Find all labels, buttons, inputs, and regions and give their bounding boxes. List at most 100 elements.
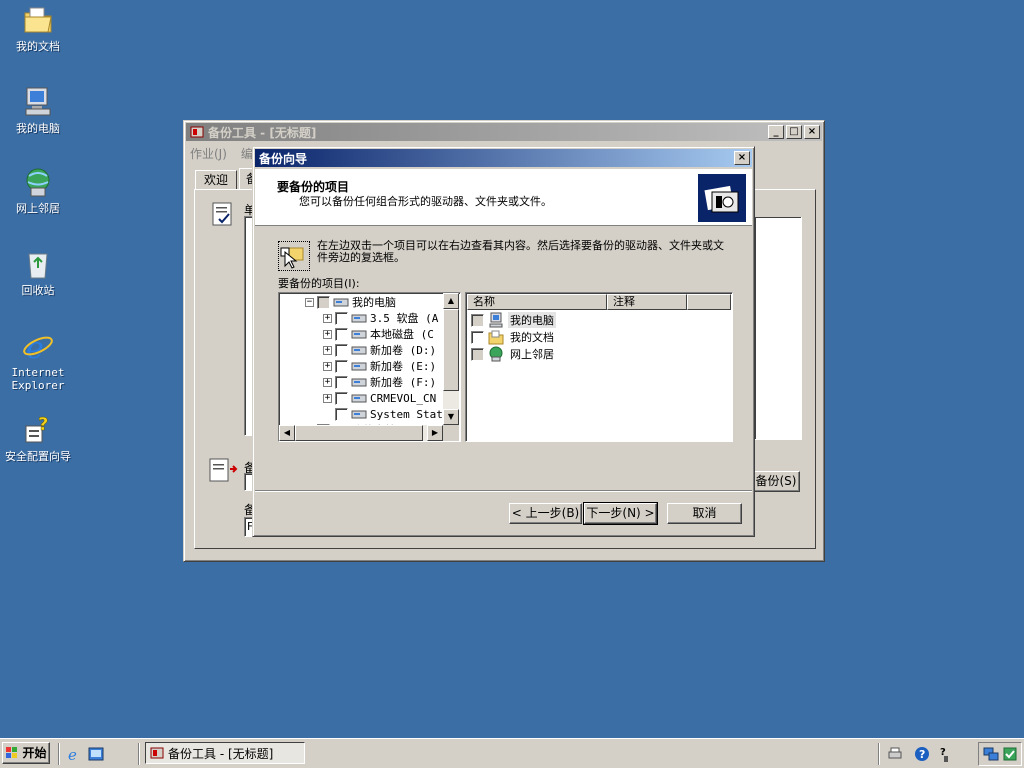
tree-item[interactable]: − 我的电脑 bbox=[305, 294, 396, 310]
tree-item-checkbox[interactable] bbox=[335, 359, 348, 373]
backup-window-titlebar[interactable]: 备份工具 - [无标题] _ □ × bbox=[186, 123, 822, 141]
scroll-left-arrow-icon[interactable]: ◀ bbox=[279, 425, 295, 441]
next-button[interactable]: 下一步(N) > bbox=[583, 502, 658, 525]
tree-item-checkbox[interactable] bbox=[335, 375, 348, 389]
list-item-checkbox[interactable] bbox=[471, 347, 484, 361]
tray-help-icon[interactable]: ? bbox=[914, 746, 930, 762]
tree-item-checkbox[interactable] bbox=[335, 391, 348, 405]
backup-list-pane[interactable] bbox=[754, 217, 802, 440]
tree-item-checkbox[interactable] bbox=[335, 311, 348, 325]
ie-icon: e bbox=[22, 330, 54, 366]
maximize-button[interactable]: □ bbox=[786, 125, 802, 139]
list-item[interactable]: 网上邻居 bbox=[471, 346, 556, 362]
quicklaunch-ie-icon[interactable]: e bbox=[66, 746, 82, 764]
tree-horizontal-scrollbar[interactable]: ◀ ▶ bbox=[279, 425, 443, 441]
tab-welcome-label: 欢迎 bbox=[203, 173, 228, 187]
list-item-checkbox[interactable] bbox=[471, 313, 484, 327]
desktop-icon-label: 网上邻居 bbox=[16, 202, 60, 215]
start-label: 开始 bbox=[22, 746, 47, 760]
expand-icon[interactable]: + bbox=[323, 313, 332, 323]
tree-vertical-scrollbar[interactable]: ▲ ▼ bbox=[443, 293, 459, 425]
quicklaunch-show-desktop-icon[interactable] bbox=[88, 746, 104, 762]
cancel-button[interactable]: 取消 bbox=[667, 503, 742, 524]
hard-drive-icon bbox=[351, 327, 367, 341]
wizard-close-button[interactable]: × bbox=[734, 151, 750, 165]
tray-printer-icon[interactable] bbox=[887, 746, 903, 762]
tree-item-checkbox[interactable] bbox=[335, 327, 348, 341]
folder-documents-icon bbox=[488, 329, 504, 345]
tab-welcome[interactable]: 欢迎 bbox=[195, 170, 237, 190]
tray-divider bbox=[878, 743, 880, 765]
backup-wizard-dialog[interactable]: 备份向导 × 要备份的项目 您可以备份任何组合形式的驱动器、文件夹或文件。 在左… bbox=[252, 146, 755, 537]
wizard-header-subtitle: 您可以备份任何组合形式的驱动器、文件夹或文件。 bbox=[299, 195, 552, 208]
tree-item-checkbox[interactable] bbox=[317, 295, 330, 309]
desktop-icon-internet-explorer[interactable]: e Internet Explorer bbox=[0, 330, 76, 392]
list-item-checkbox[interactable] bbox=[471, 330, 484, 344]
tree-item[interactable]: + 新加卷 (D:) bbox=[323, 342, 436, 358]
hard-drive-icon bbox=[351, 343, 367, 357]
expand-icon[interactable]: + bbox=[323, 329, 332, 339]
svg-text:?: ? bbox=[919, 748, 925, 761]
column-header-name[interactable]: 名称 bbox=[467, 294, 607, 310]
tree-item[interactable]: + 新加卷 (F:) bbox=[323, 374, 436, 390]
taskbar: 开始 e 备份工具 - [无标题] ? ? bbox=[0, 738, 1024, 768]
quicklaunch-divider bbox=[58, 743, 60, 765]
tree-item-label: 新加卷 (D:) bbox=[370, 344, 437, 357]
taskbar-button-backup[interactable]: 备份工具 - [无标题] bbox=[145, 742, 305, 764]
expand-icon[interactable]: + bbox=[323, 377, 332, 387]
tree-item-label: 我的电脑 bbox=[352, 296, 396, 309]
tree-item-checkbox[interactable] bbox=[335, 407, 348, 421]
backup-app-icon bbox=[150, 746, 164, 760]
desktop-icon-my-computer[interactable]: 我的电脑 bbox=[0, 86, 76, 135]
backup-items-tree[interactable]: − 我的电脑 +3.5 软盘 (A + 本地磁盘 (C + 新加卷 (D:) + 新加卷 (E:… bbox=[278, 292, 461, 442]
column-header-comment[interactable]: 注释 bbox=[607, 294, 687, 310]
column-header-name-label: 名称 bbox=[473, 295, 495, 308]
backup-items-list[interactable]: 名称 注释 我的电脑 我的文档 网上邻居 bbox=[465, 292, 733, 442]
scroll-right-arrow-icon[interactable]: ▶ bbox=[427, 425, 443, 441]
tree-item[interactable]: + CRMEVOL_CN bbox=[323, 390, 436, 406]
desktop-icon-label: 我的文档 bbox=[16, 40, 60, 53]
desktop-icon-recycle-bin[interactable]: 回收站 bbox=[0, 248, 76, 297]
tree-item[interactable]: + 新加卷 (E:) bbox=[323, 358, 436, 374]
list-item-label: 我的文档 bbox=[510, 331, 554, 344]
scroll-down-arrow-icon[interactable]: ▼ bbox=[443, 409, 459, 425]
taskbar-divider bbox=[138, 743, 140, 765]
tree-item-label: 新加卷 (E:) bbox=[370, 360, 437, 373]
minimize-button[interactable]: _ bbox=[768, 125, 784, 139]
column-header-filler bbox=[687, 294, 731, 310]
list-item[interactable]: 我的文档 bbox=[471, 329, 556, 345]
start-backup-button[interactable]: 备份(S) bbox=[752, 471, 800, 492]
windows-logo-icon bbox=[5, 746, 19, 760]
tray-security-icon[interactable] bbox=[1002, 746, 1018, 762]
desktop-icon-label: Internet Explorer bbox=[11, 366, 65, 392]
desktop-icon-my-documents[interactable]: 我的文档 bbox=[0, 4, 76, 53]
wizard-titlebar[interactable]: 备份向导 × bbox=[255, 149, 752, 167]
collapse-icon[interactable]: − bbox=[305, 297, 314, 307]
desktop-icon-network[interactable]: 网上邻居 bbox=[0, 166, 76, 215]
scroll-up-arrow-icon[interactable]: ▲ bbox=[443, 293, 459, 309]
tree-item-label: 本地磁盘 (C bbox=[370, 328, 434, 341]
close-button[interactable]: × bbox=[804, 125, 820, 139]
expand-icon[interactable]: + bbox=[323, 345, 332, 355]
cancel-button-label: 取消 bbox=[692, 506, 717, 520]
tree-item[interactable]: +3.5 软盘 (A bbox=[323, 310, 438, 326]
tree-label: 要备份的项目(I): bbox=[278, 277, 360, 290]
tray-network-icon[interactable] bbox=[983, 746, 999, 762]
tree-item[interactable]: + 本地磁盘 (C bbox=[323, 326, 434, 342]
expand-icon[interactable]: + bbox=[323, 393, 332, 403]
network-icon bbox=[22, 166, 54, 198]
tray-volume-icon[interactable]: ? bbox=[938, 745, 954, 763]
scroll-thumb[interactable] bbox=[443, 309, 459, 391]
tree-item-checkbox[interactable] bbox=[335, 343, 348, 357]
list-item[interactable]: 我的电脑 bbox=[471, 312, 556, 328]
tree-item[interactable]: System Stat bbox=[323, 406, 443, 422]
network-icon bbox=[488, 346, 504, 362]
desktop-icon-security-wizard[interactable]: ? 安全配置向导 bbox=[0, 414, 76, 463]
computer-icon bbox=[333, 295, 349, 309]
back-button[interactable]: < 上一步(B) bbox=[509, 503, 582, 524]
menu-item-job[interactable]: 作业(J) bbox=[190, 145, 227, 161]
expand-icon[interactable]: + bbox=[323, 361, 332, 371]
start-button[interactable]: 开始 bbox=[2, 742, 50, 764]
scroll-h-thumb[interactable] bbox=[295, 425, 423, 441]
list-item-label: 网上邻居 bbox=[510, 348, 554, 361]
